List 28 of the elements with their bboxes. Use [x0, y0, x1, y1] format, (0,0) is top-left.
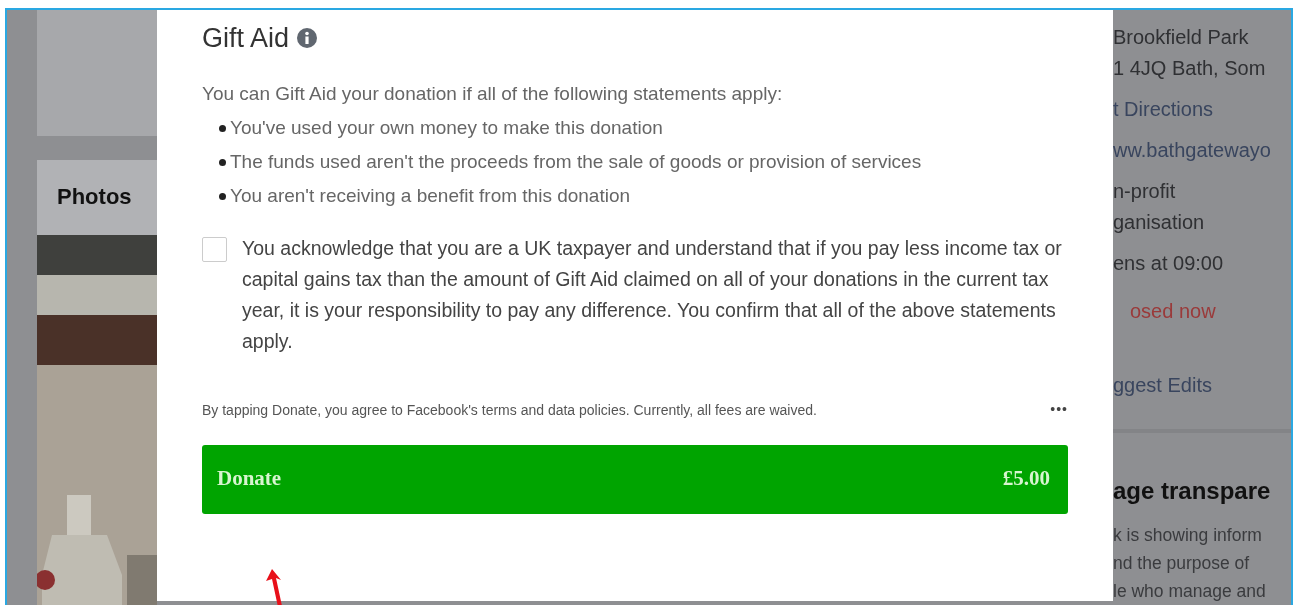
info-icon[interactable] — [297, 28, 318, 49]
link[interactable]: ww.bathgatewayo — [1113, 135, 1291, 166]
detail-text: 1 4JQ Bath, Som — [1113, 56, 1267, 81]
donate-button[interactable]: Donate £5.00 — [202, 444, 1068, 514]
intro-text: You can Gift Aid your donation if all of the following statements apply: — [202, 81, 784, 106]
link[interactable]: t Directions — [1113, 94, 1291, 125]
checkbox[interactable] — [202, 236, 227, 262]
dialog-title: Gift Aid — [202, 22, 290, 55]
list-item: You've used your own money to make this donation — [230, 115, 663, 140]
status-text: osed now — [1129, 299, 1217, 324]
list-item: You aren't receiving a benefit from this donation — [230, 183, 631, 208]
detail-text: ganisation — [1113, 210, 1206, 235]
body-text: k is showing inform — [1113, 524, 1263, 547]
detail-text: n-profit — [1113, 179, 1177, 204]
list-item: The funds used aren't the proceeds from the sale of goods or provision of services — [230, 149, 922, 174]
body-text: nd the purpose of — [1113, 552, 1251, 575]
bullet-icon — [219, 158, 226, 166]
body-text: le who manage and — [1113, 580, 1267, 603]
detail-text: Brookfield Park — [1113, 25, 1250, 50]
more-button[interactable]: ••• — [1050, 398, 1068, 421]
detail-text: ens at 09:00 — [1113, 251, 1225, 276]
section-heading: age transpare — [1113, 476, 1272, 506]
link[interactable]: ggest Edits — [1113, 370, 1291, 401]
bullet-icon — [219, 192, 226, 200]
bullet-icon — [219, 124, 226, 132]
section-heading: Photos — [37, 160, 157, 235]
checkbox-label: You acknowledge that you are a UK taxpayer and understand that if you pay less income tax or capital gains tax than the amount of Gift Aid claimed on all of your donations in the current tax year, it is your responsibility to pay any difference. You confirm that all of the above statements apply. — [242, 235, 1063, 354]
terms-text: By tapping Donate, you agree to Facebook's terms and data policies. Currently, all fees are waived. — [202, 400, 818, 420]
